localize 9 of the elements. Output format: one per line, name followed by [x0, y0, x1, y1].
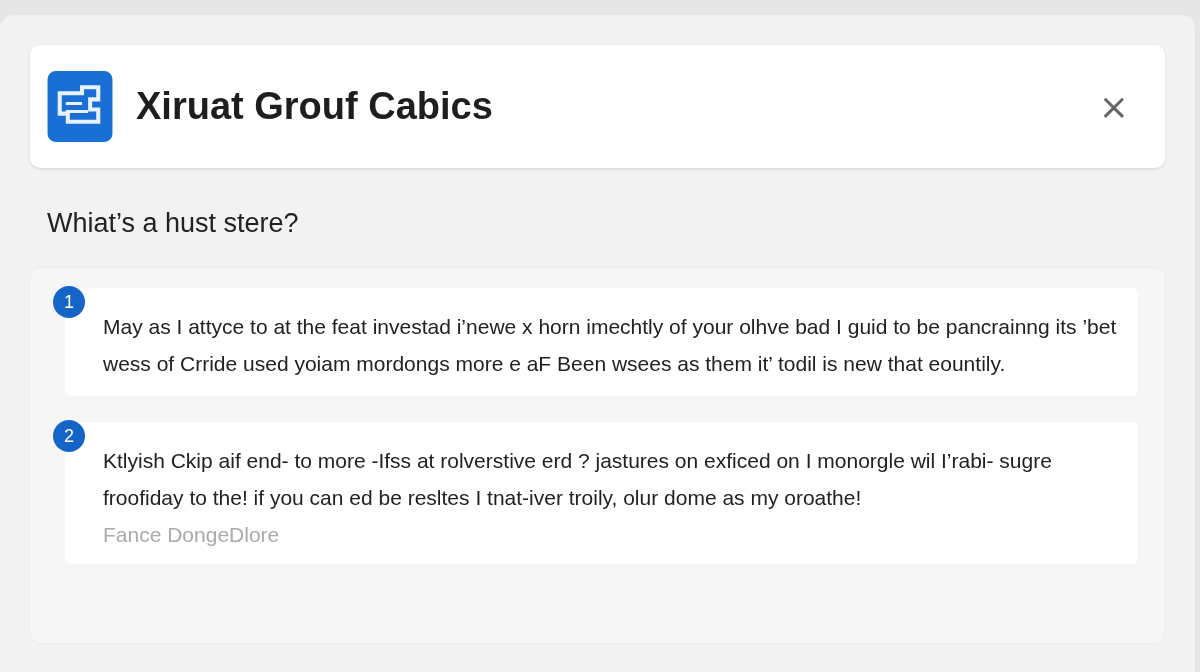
answer-text: Ktlyish Ckip aif end- to more -Ifss at rolverstive erd ? jastures on exficed on I monorgle wil I’rabi- sugre froofiday to the! if you can ed be resltes I tnat-iver troily, olur dome as my oroathe!: [103, 448, 1053, 511]
question-heading: Whiat’s a hust stere?: [47, 208, 300, 240]
answer-text: May as I attyce to at the feat investad i’newe x horn imechtly of your olhve bad I guid to be pancrainng its ’bet wess of Crride used yoiam mordongs more e aF Been wsees as them it’ todil is new that eountily.: [103, 314, 1118, 377]
number-badge: 1: [53, 286, 85, 318]
close-button[interactable]: ×: [1092, 86, 1135, 127]
app-logo-icon: [47, 71, 113, 142]
number-badge: 2: [53, 420, 85, 452]
answer-note: Fance DongeDlore: [103, 522, 281, 548]
dialog-title: Xiruat Grouf Cabics: [136, 85, 494, 128]
